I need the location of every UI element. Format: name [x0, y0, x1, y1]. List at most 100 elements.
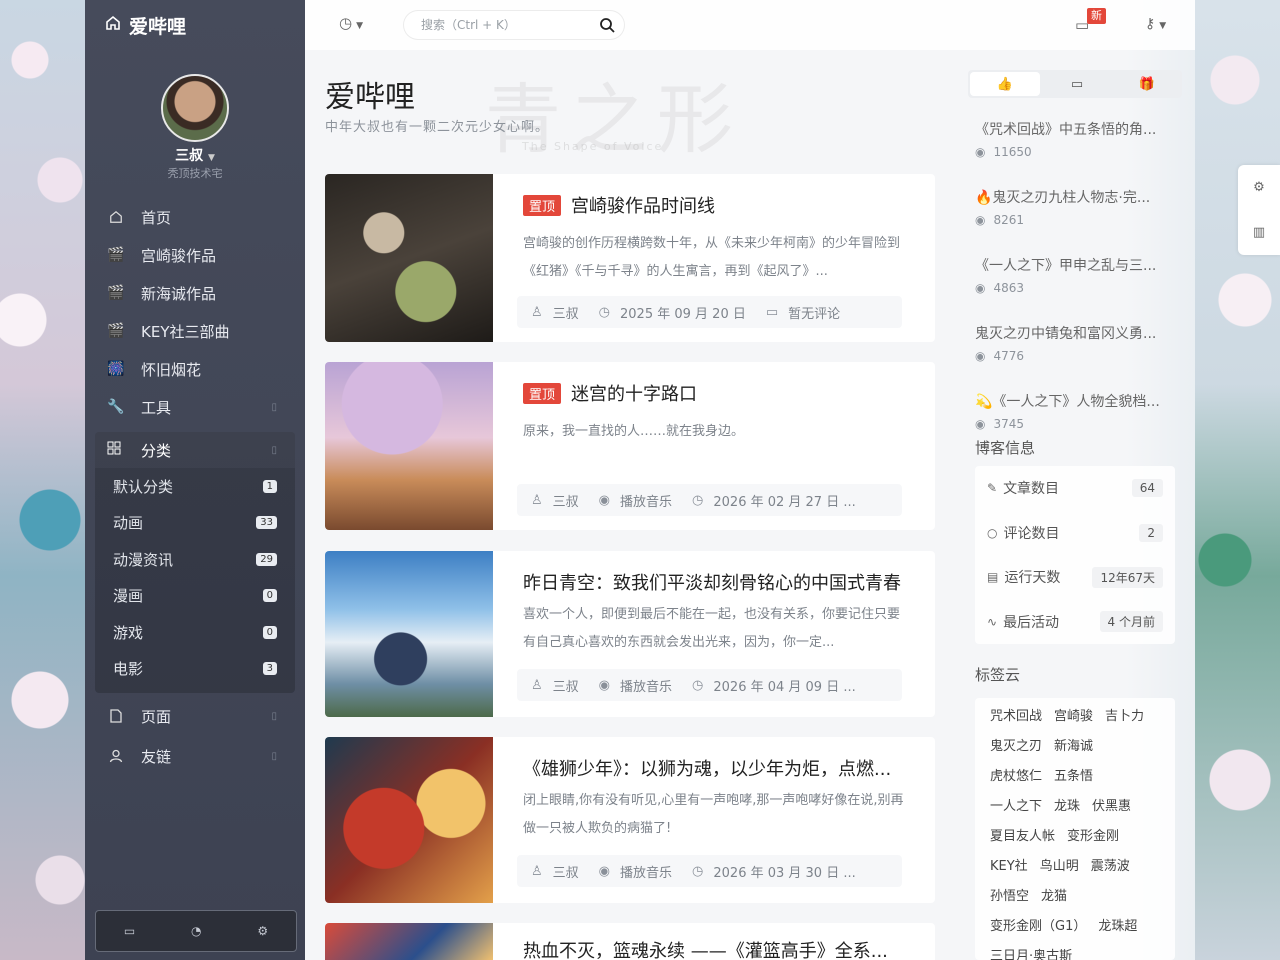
post-card[interactable]: 置顶 迷宫的十字路口 原来，我一直找的人……就在我身边。 ♙ 三叔 ◉ 播放音乐 ◷ 2… — [325, 362, 935, 530]
tag-item[interactable]: 吉卜力 — [1102, 702, 1147, 732]
tab-popular[interactable]: 👍 — [970, 72, 1040, 96]
book-icon[interactable]: ▥ — [1238, 210, 1280, 255]
post-card[interactable]: 置顶 宫崎骏作品时间线 宫崎骏的创作历程横跨数十年，从《未来少年柯南》的少年冒险到… — [325, 174, 935, 342]
category-item-label: 漫画 — [113, 587, 144, 606]
eye-icon: ◉ — [975, 349, 986, 363]
hot-views: ◉ 8261 — [975, 213, 1175, 227]
eye-icon: ◉ — [975, 417, 986, 431]
tag-item[interactable]: 变形金刚 — [1064, 822, 1122, 852]
list-item[interactable]: 《一人之下》甲申之乱与三... ◉ 4863 — [975, 255, 1175, 317]
tag-item[interactable]: 变形金刚（G1） — [987, 912, 1089, 942]
list-item[interactable]: 🔥鬼灭之刃九柱人物志·完... ◉ 8261 — [975, 187, 1175, 249]
avatar[interactable] — [161, 74, 229, 142]
tab-gifts[interactable]: 🎁 — [1112, 70, 1182, 98]
category-item-label: 游戏 — [113, 623, 144, 642]
tag-item[interactable]: 咒术回战 — [987, 702, 1045, 732]
tag-item[interactable]: 鬼灭之刃 — [987, 732, 1045, 762]
chevron-icon: ▯ — [271, 710, 277, 722]
post-title[interactable]: 《雄狮少年》：以狮为魂，以少年为炬，点燃... — [523, 755, 913, 781]
tag-item[interactable]: 新海诚 — [1051, 732, 1096, 762]
tag-item[interactable]: 虎杖悠仁 — [987, 762, 1045, 792]
post-title[interactable]: 置顶 迷宫的十字路口 — [523, 380, 913, 406]
clock-icon: ◷ — [692, 492, 704, 508]
tag-item[interactable]: 鸟山明 — [1037, 852, 1082, 882]
gear-icon[interactable]: ⚙ — [257, 924, 268, 938]
list-item[interactable]: 鬼灭之刃中锖兔和富冈义勇... ◉ 4776 — [975, 323, 1175, 385]
post-title[interactable]: 热血不灭，篮魂永续 ——《灌篮高手》全系... — [523, 937, 913, 960]
tab-comments[interactable]: ▭ — [1042, 70, 1112, 98]
tag-item[interactable]: 龙珠超 — [1095, 912, 1140, 942]
search-input[interactable] — [419, 17, 593, 33]
tag-item[interactable]: 震荡波 — [1088, 852, 1133, 882]
theme-toggle-button[interactable]: ◷ ▼ — [339, 14, 363, 32]
category-item[interactable]: 动漫资讯 29 — [95, 541, 295, 578]
login-button[interactable]: ⚷ ▼ — [1145, 16, 1166, 32]
eye-icon: ◉ — [975, 213, 986, 227]
sidebar-item-pages[interactable]: 页面 ▯ — [95, 697, 295, 735]
tag-item[interactable]: 五条悟 — [1051, 762, 1096, 792]
user-subtitle: 秃顶技术宅 — [167, 167, 223, 180]
category-group: 分类 ▯ 默认分类 1 动画 33 动漫资讯 29 漫画 0 游戏 0 电影 3 — [95, 432, 295, 693]
home-icon — [105, 15, 121, 35]
sidebar-item-label: 友链 — [141, 747, 172, 766]
category-item[interactable]: 默认分类 1 — [95, 468, 295, 505]
search-icon[interactable] — [599, 17, 615, 37]
tag-item[interactable]: 三日月·奥古斯 — [987, 942, 1075, 960]
hot-title: 💫《一人之下》人物全貌档... — [975, 394, 1160, 410]
sidebar-item-fireworks[interactable]: 🎆 怀旧烟花 — [95, 350, 295, 388]
caret-down-icon: ▼ — [356, 21, 364, 31]
category-item[interactable]: 动画 33 — [95, 505, 295, 542]
tag-item[interactable]: 夏目友人帐 — [987, 822, 1058, 852]
user-name-text: 三叔 — [175, 148, 204, 164]
tag-item[interactable]: 龙猫 — [1038, 882, 1070, 912]
user-icon: ♙ — [531, 863, 543, 879]
sidebar-item-key[interactable]: 🎬 KEY社三部曲 — [95, 312, 295, 350]
comment-icon: ▭ — [765, 304, 779, 320]
post-thumbnail[interactable] — [325, 174, 493, 342]
tag-item[interactable]: 一人之下 — [987, 792, 1045, 822]
sidebar-item-links[interactable]: 友链 ▯ — [95, 737, 295, 775]
tag-item[interactable]: 龙珠 — [1051, 792, 1083, 822]
page-icon — [107, 707, 125, 725]
user-name[interactable]: 三叔 ▼ — [85, 145, 305, 165]
category-item[interactable]: 游戏 0 — [95, 614, 295, 651]
stat-label: 运行天数 — [1004, 570, 1061, 587]
rss-icon[interactable]: ◔ — [191, 924, 201, 938]
post-card[interactable]: 《雄狮少年》：以狮为魂，以少年为炬，点燃... 闭上眼睛,你有没有听见,心里有一… — [325, 737, 935, 903]
topbar: ◷▼ ▭ 新 ⚷▼ — [305, 0, 1195, 50]
post-meta: ♙ 三叔 ◉ 播放音乐 ◷ 2026 年 04 月 09 日 ... — [517, 669, 902, 701]
post-thumbnail[interactable] — [325, 923, 493, 960]
comment-icon[interactable]: ▭ — [124, 924, 135, 938]
gear-icon[interactable]: ⚙ — [1238, 165, 1280, 210]
tag-item[interactable]: KEY社 — [987, 852, 1031, 882]
post-card[interactable]: 热血不灭，篮魂永续 ——《灌篮高手》全系... — [325, 923, 935, 960]
post-title[interactable]: 置顶 宫崎骏作品时间线 — [523, 192, 913, 218]
sidebar-item-home[interactable]: 首页 — [95, 198, 295, 236]
category-count-badge: 0 — [262, 589, 277, 603]
brand[interactable]: 爱哔哩 — [105, 12, 186, 38]
post-title[interactable]: 昨日青空：致我们平淡却刻骨铭心的中国式青春 — [523, 569, 913, 595]
wrench-icon: 🔧 — [107, 399, 125, 415]
tag-list: 咒术回战 宫崎骏 吉卜力 鬼灭之刃 新海诚 虎杖悠仁 五条悟 一人之下 龙珠 伏… — [975, 698, 1175, 960]
sidebar-item-label: 首页 — [141, 208, 172, 227]
clock-icon: ◷ — [598, 304, 611, 320]
post-thumbnail[interactable] — [325, 362, 493, 530]
hot-title: 鬼灭之刃中锖兔和富冈义勇... — [975, 326, 1157, 342]
post-thumbnail[interactable] — [325, 551, 493, 717]
post-card[interactable]: 昨日青空：致我们平淡却刻骨铭心的中国式青春 喜欢一个人，即便到最后不能在一起，也… — [325, 551, 935, 717]
sidebar-item-shinkai[interactable]: 🎬 新海诚作品 — [95, 274, 295, 312]
clock-icon: ◷ — [692, 677, 704, 693]
post-music: 播放音乐 — [620, 679, 673, 695]
post-thumbnail[interactable] — [325, 737, 493, 903]
tag-item[interactable]: 宫崎骏 — [1051, 702, 1096, 732]
hot-views: ◉ 11650 — [975, 145, 1175, 159]
tag-item[interactable]: 孙悟空 — [987, 882, 1032, 912]
category-item[interactable]: 漫画 0 — [95, 578, 295, 615]
category-item[interactable]: 电影 3 — [95, 651, 295, 688]
stat-value: 2 — [1139, 523, 1163, 542]
sidebar-item-category[interactable]: 分类 ▯ — [95, 432, 295, 468]
sidebar-item-miyazaki[interactable]: 🎬 宫崎骏作品 — [95, 236, 295, 274]
tag-item[interactable]: 伏黑惠 — [1089, 792, 1134, 822]
list-item[interactable]: 《咒术回战》中五条悟的角... ◉ 11650 — [975, 119, 1175, 181]
sidebar-item-tools[interactable]: 🔧 工具 ▯ — [95, 388, 295, 426]
